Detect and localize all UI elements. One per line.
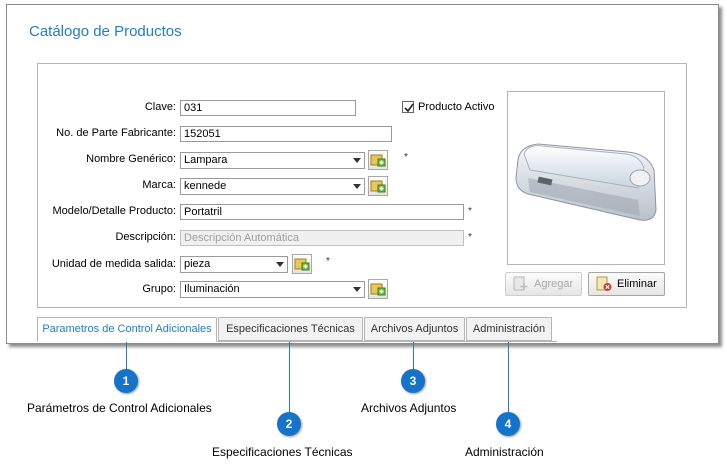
- agregar-label: Agregar: [534, 278, 574, 290]
- callout-text-1: Parámetros de Control Adicionales: [27, 401, 212, 415]
- eliminar-label: Eliminar: [617, 278, 657, 290]
- checkmark-icon: [404, 103, 414, 113]
- chevron-down-icon: [353, 184, 361, 189]
- product-image-box: [507, 91, 665, 265]
- descripcion-field: Descripción Automática: [180, 230, 464, 246]
- chevron-down-icon: [276, 262, 284, 267]
- grupo-combo[interactable]: Iluminación: [180, 281, 365, 298]
- catalog-window: Catálogo de Productos Clave: 031 Product…: [6, 4, 719, 344]
- unidad-required-mark: *: [326, 256, 330, 267]
- marca-combo[interactable]: kennede: [180, 178, 365, 195]
- descripcion-required-mark: *: [468, 232, 472, 243]
- callout-marker-2: 2: [277, 412, 301, 436]
- eliminar-button[interactable]: Eliminar: [588, 272, 665, 296]
- modelo-required-mark: *: [468, 206, 472, 217]
- grupo-label: Grupo:: [142, 283, 176, 295]
- product-form-panel: Clave: 031 Producto Activo No. de Parte …: [37, 63, 687, 308]
- callout-text-2: Especificaciones Técnicas: [212, 445, 353, 459]
- grupo-value: Iluminación: [184, 283, 240, 295]
- delete-document-icon: [596, 276, 612, 291]
- modelo-label: Modelo/Detalle Producto:: [52, 205, 176, 217]
- window-title: Catálogo de Productos: [29, 23, 182, 40]
- add-unidad-button[interactable]: [292, 254, 312, 274]
- clave-label: Clave:: [144, 101, 176, 113]
- nombre-required-mark: *: [404, 152, 408, 163]
- tab-parametros-control[interactable]: Parametros de Control Adicionales: [37, 317, 217, 342]
- descripcion-label: Descripción:: [115, 231, 176, 243]
- add-grupo-button[interactable]: [368, 279, 388, 299]
- chevron-down-icon: [353, 158, 361, 163]
- callout-marker-4: 4: [496, 412, 520, 436]
- callout-text-4: Administración: [465, 445, 544, 459]
- add-folder-icon: [370, 180, 386, 193]
- tab-administracion[interactable]: Administración: [466, 317, 552, 341]
- callout-line-2: [289, 342, 290, 412]
- marca-label: Marca:: [142, 179, 176, 191]
- callout-line-1: [126, 342, 127, 370]
- clave-field[interactable]: 031: [180, 100, 356, 116]
- add-marca-button[interactable]: [368, 176, 388, 196]
- add-nombre-button[interactable]: [368, 150, 388, 170]
- callout-text-3: Archivos Adjuntos: [361, 401, 457, 415]
- callout-marker-1: 1: [114, 369, 138, 393]
- modelo-field[interactable]: Portatril: [180, 204, 464, 220]
- tab-especificaciones[interactable]: Especificaciones Técnicas: [218, 317, 363, 341]
- add-document-icon: [513, 276, 528, 291]
- unidad-label: Unidad de medida salida:: [51, 258, 176, 270]
- marca-value: kennede: [184, 180, 227, 192]
- nombre-combo[interactable]: Lampara: [180, 152, 365, 169]
- add-folder-icon: [370, 154, 386, 167]
- chevron-down-icon: [353, 287, 361, 292]
- agregar-button[interactable]: Agregar: [505, 272, 582, 296]
- nombre-label: Nombre Genérico:: [86, 153, 176, 165]
- parte-field[interactable]: 152051: [180, 126, 392, 142]
- producto-activo-label: Producto Activo: [418, 101, 495, 113]
- add-folder-icon: [294, 258, 310, 271]
- parte-label: No. de Parte Fabricante:: [56, 127, 176, 139]
- callout-marker-3: 3: [401, 369, 425, 393]
- product-photo-lamp-icon: [515, 143, 657, 221]
- add-folder-icon: [370, 283, 386, 296]
- nombre-value: Lampara: [184, 154, 228, 166]
- tab-archivos-adjuntos[interactable]: Archivos Adjuntos: [364, 317, 465, 341]
- unidad-combo[interactable]: pieza: [180, 256, 288, 273]
- unidad-value: pieza: [184, 258, 211, 270]
- producto-activo-checkbox[interactable]: [402, 101, 414, 113]
- callout-line-3: [413, 342, 414, 370]
- callout-line-4: [508, 342, 509, 412]
